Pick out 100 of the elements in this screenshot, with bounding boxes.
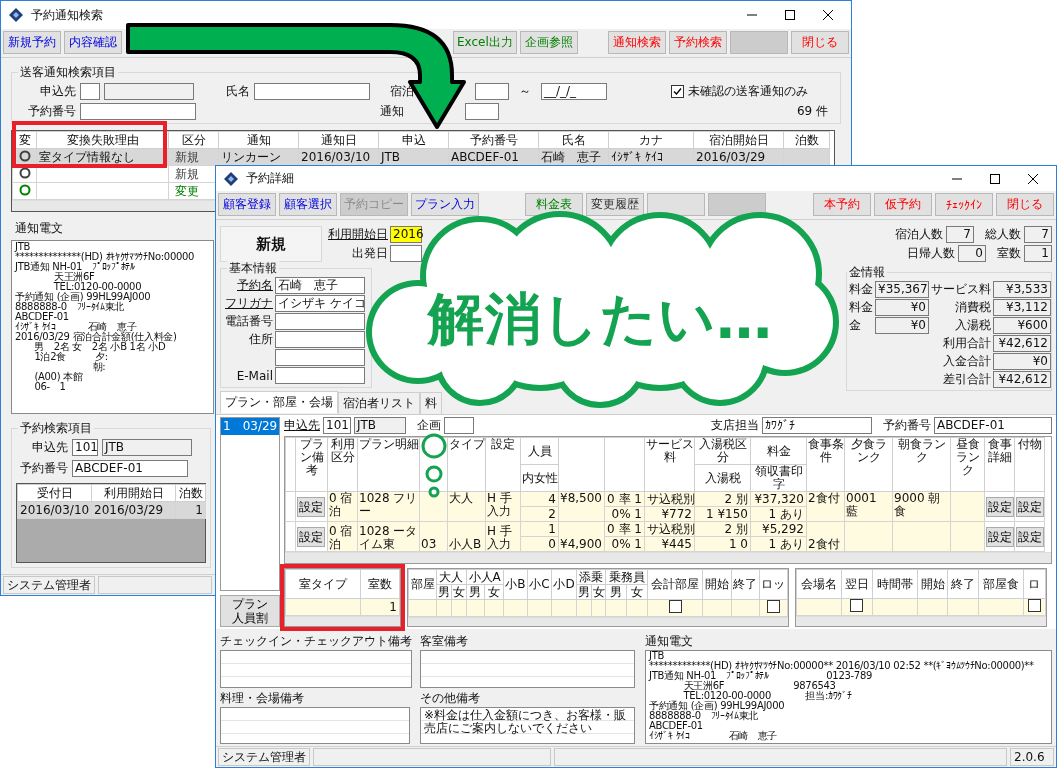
close-icon[interactable] (823, 10, 833, 20)
split-button[interactable]: プラン人員割 (220, 595, 280, 627)
text-field[interactable] (80, 103, 196, 120)
column-header[interactable]: 区分 (168, 131, 219, 149)
column-header: 室数 (361, 569, 400, 599)
toolbar-button[interactable]: Excel出力 (453, 31, 517, 54)
date-field[interactable]: __/_/_ (541, 83, 607, 100)
maximize-icon[interactable] (990, 173, 1000, 184)
table-cell: 1 (175, 501, 206, 519)
field-label: 金 (849, 317, 862, 334)
date-field[interactable] (390, 245, 422, 262)
column-header[interactable]: 受付日 (17, 484, 92, 502)
column-header[interactable]: 通知 (218, 131, 299, 149)
radio-icon[interactable] (19, 184, 30, 195)
toolbar-button[interactable]: 顧客登録 (218, 193, 276, 216)
column-header[interactable]: 申込 (378, 131, 449, 149)
code-field[interactable]: 101 (323, 417, 351, 434)
text-field[interactable] (275, 367, 365, 384)
field-label: 住所 (248, 331, 273, 348)
field-label: 宿泊人数 (895, 226, 943, 243)
table-cell: 1028 フリー (357, 491, 420, 522)
settings-button[interactable]: 設定 (986, 526, 1014, 547)
notice-text-area[interactable]: JTB **************(HD) ｵｷﾔｸｻﾏﾂｳﾁNo:00000 JTB通知 NH-01 ﾌﾟﾛｯﾌﾟﾎﾃﾙ 天王洲6F TEL:0120-00-0000 予約通知 (企画) 99HL99AJ000 8888888-0 ﾌﾘｰﾀｲﾑ東北 ABCDEF-01 ｲｼｻﾞｷ ｹｲｺ 石崎 恵子 2016/03/29 宿泊合計金額(仕入料金) 男 2名 女 2名 小B 1名 小D 1泊2食 夕: 朝: (A00) 本館 06- 1 (11, 240, 214, 414)
column-header[interactable]: カナ (608, 131, 694, 149)
column-header: 小D (551, 569, 577, 600)
toolbar-button[interactable]: 内容確認 (64, 31, 122, 54)
table-cell: ¥4,900 (558, 521, 605, 552)
tab[interactable]: プラン・部屋・会場 (220, 391, 338, 413)
remarks-text-area[interactable] (420, 650, 635, 688)
list-item[interactable]: 1 03/29 (221, 418, 279, 435)
remarks-text-area[interactable] (220, 650, 412, 688)
field-label: 通知 (380, 103, 405, 120)
column-header: 朝食ランク (892, 437, 951, 492)
text-field[interactable] (275, 313, 365, 330)
text-field[interactable]: ABCDEF-01 (72, 460, 188, 477)
checkbox[interactable] (850, 599, 864, 612)
settings-button[interactable]: 設定 (297, 496, 325, 517)
blank-button[interactable] (647, 193, 705, 216)
text-field[interactable]: ABCDEF-01 (934, 417, 1052, 434)
status-user: システム管理者 (218, 748, 310, 766)
text-field[interactable] (444, 417, 474, 434)
column-header[interactable]: 通知日 (298, 131, 379, 149)
text-field[interactable] (275, 331, 365, 348)
column-header: 時間帯 (872, 569, 918, 599)
maximize-icon[interactable] (785, 10, 795, 20)
remarks-text-area[interactable]: ※料金は仕入金額につき、お客様・販売店にご案内しないでください (420, 706, 635, 744)
checkbox[interactable] (668, 600, 682, 613)
settings-button[interactable]: 設定 (986, 496, 1014, 517)
tilde-text: ～ (519, 83, 531, 100)
notice-text-area[interactable]: JTB *************(HD) ｵｷﾔｸｻﾏﾂｳﾁNo:00000** 2016/03/10 02:52 **(ｷﾞﾖｳﾑﾂｳﾁNo:00000)** JTB通知 NH-01 ﾌﾟﾛｯﾌﾟﾎﾃﾙ 0123-789 天王洲6F 9876543 TEL:0120-00-0000 担当:ｶﾜｸﾞﾁ 予約通知 (企画) 99HL99AJ000 8888888-0 ﾌﾘｰﾀｲﾑ東北 ABCDEF-01 ｲｼｻﾞｷ ｹｲｺ 石崎 恵子 (645, 650, 1052, 744)
text-field[interactable] (254, 83, 370, 100)
text-field[interactable] (275, 349, 365, 366)
status-user: システム管理者 (3, 576, 95, 594)
column-header[interactable]: 泊数 (783, 131, 830, 149)
column-header[interactable]: 泊数 (175, 484, 206, 502)
column-header[interactable]: 氏名 (538, 131, 609, 149)
column-header[interactable]: 宿泊開始日 (693, 131, 784, 149)
tab[interactable]: 宿泊者リスト (338, 392, 420, 414)
text-field[interactable]: ｶﾜｸﾞﾁ (762, 417, 872, 434)
close-icon[interactable] (1028, 173, 1038, 184)
toolbar-button[interactable]: 顧客選択 (279, 193, 337, 216)
date-field[interactable] (465, 103, 499, 120)
amount-field: ¥3,533 (993, 281, 1051, 298)
column-header: 会場名 (796, 569, 842, 599)
checkbox[interactable] (671, 85, 684, 98)
column-header: ロ (1023, 569, 1046, 599)
radio-icon[interactable] (19, 150, 30, 161)
field-label: 電話番号 (224, 313, 273, 330)
tab[interactable]: 料 (420, 392, 442, 414)
checkbox[interactable] (766, 600, 780, 613)
radio-icon[interactable] (19, 167, 30, 178)
callout-text: 解消したい… (428, 285, 773, 353)
amount-field: ¥35,367 (875, 281, 929, 298)
checkbox[interactable] (1028, 599, 1041, 612)
field-label: 総人数 (985, 226, 1021, 243)
column-header[interactable]: 変換失敗理由 (36, 131, 169, 149)
checkbox-label: 未確認の送客通知のみ (688, 83, 808, 100)
toolbar-button[interactable]: プラン入力 (411, 193, 479, 216)
toolbar-button[interactable]: 企画参照 (519, 31, 578, 54)
field-label: 予約番号 (19, 460, 68, 477)
settings-button[interactable]: 設定 (1016, 526, 1044, 547)
column-header[interactable]: 利用開始日 (91, 484, 176, 502)
column-header: 小C (527, 569, 552, 600)
code-field[interactable]: 101 (72, 439, 98, 456)
toolbar-button[interactable]: 新規予約 (3, 31, 61, 54)
code-field[interactable] (80, 83, 100, 100)
date-field[interactable] (475, 83, 509, 100)
window-title: 予約詳細 (246, 170, 294, 187)
toolbar-button[interactable]: 変更履歴 (586, 193, 644, 216)
text-field[interactable]: 石崎 恵子 (275, 277, 365, 294)
remarks-text-area[interactable] (220, 706, 410, 744)
column-header: 食事条件 (806, 437, 845, 492)
section-title: チェックイン・チェックアウト備考 (220, 633, 412, 650)
amount-field: ¥0 (993, 353, 1051, 370)
text-field[interactable]: イシザキ ケイコ (275, 295, 365, 312)
column-header[interactable]: 予約番号 (448, 131, 539, 149)
settings-button[interactable]: 設定 (1016, 496, 1044, 517)
column-header: 開始 (917, 569, 948, 599)
column-header: 翌日 (841, 569, 873, 599)
settings-button[interactable]: 設定 (297, 526, 325, 547)
